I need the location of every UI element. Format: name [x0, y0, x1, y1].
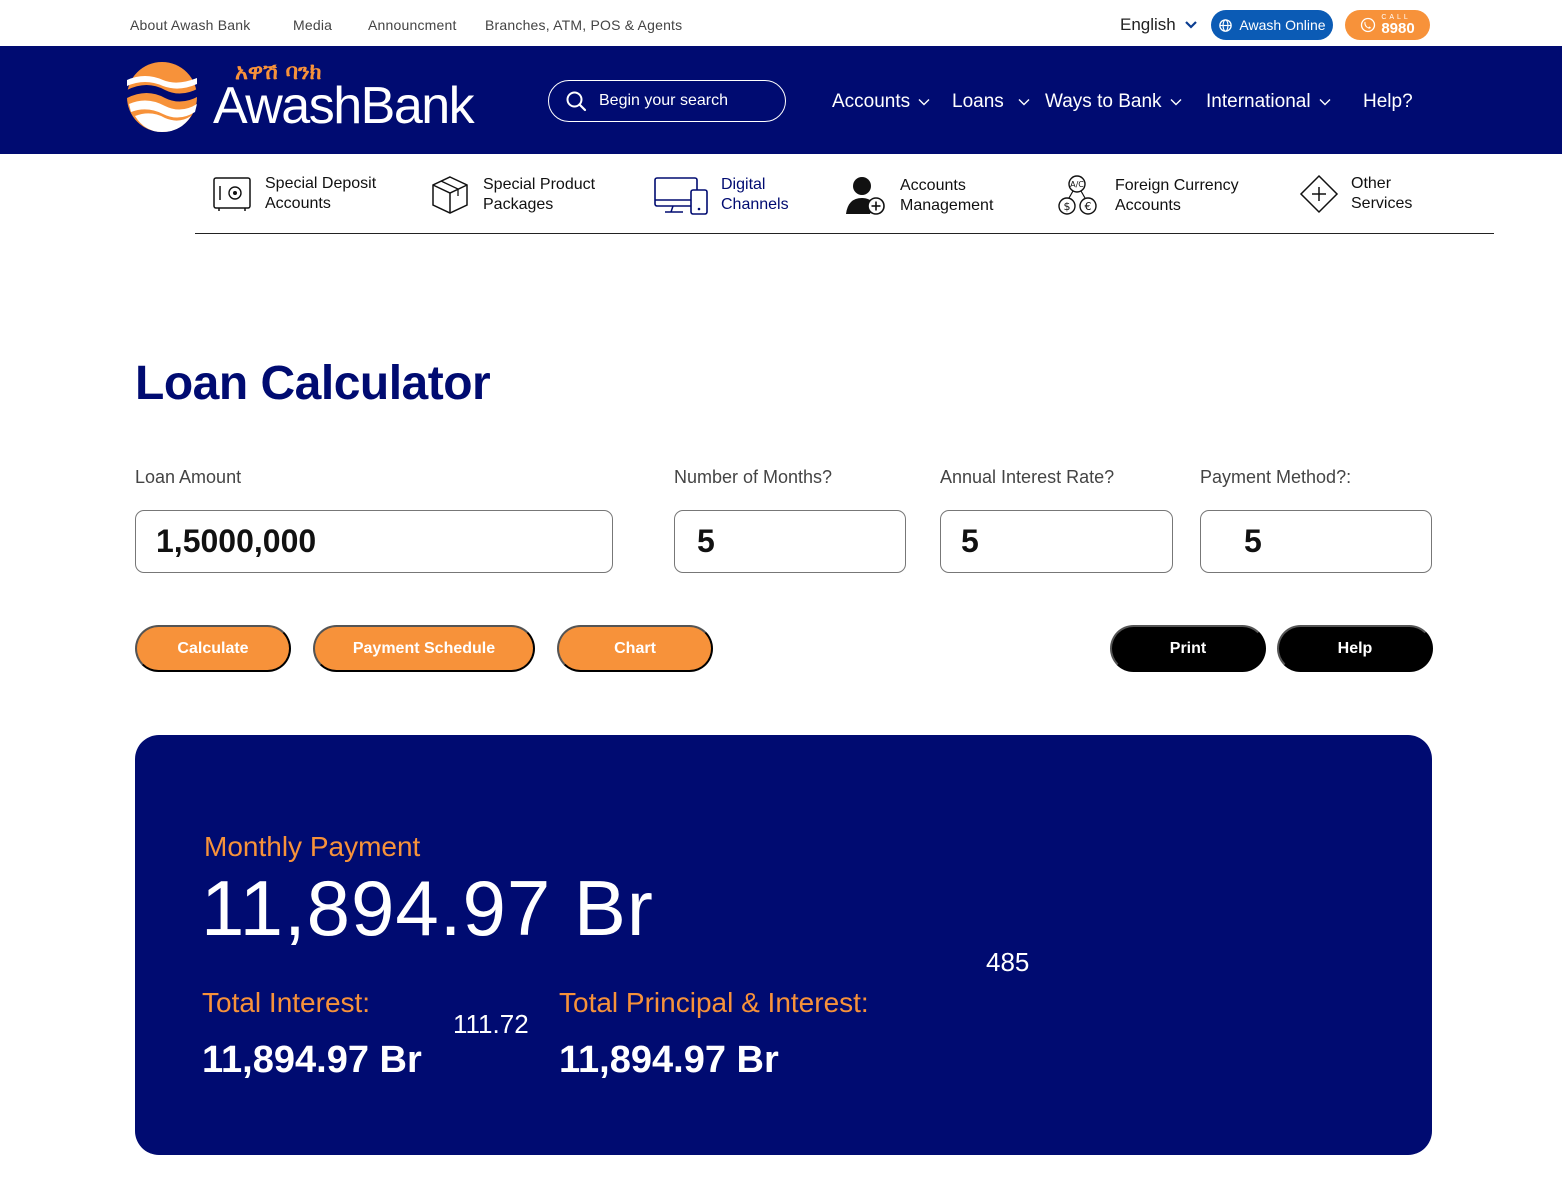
- chevron-down-icon: [1170, 99, 1182, 106]
- total-interest-value: 11,894.97 Br: [202, 1039, 422, 1081]
- announcement-link[interactable]: Announcment: [368, 17, 457, 33]
- svg-text:€: €: [1085, 200, 1092, 213]
- category-label: Accounts Management: [900, 177, 994, 214]
- nav-accounts[interactable]: Accounts: [832, 91, 930, 113]
- category-special-product[interactable]: Special Product Packages: [429, 174, 595, 216]
- chevron-down-icon: [1184, 21, 1197, 29]
- total-principal-interest-value: 11,894.97 Br: [559, 1039, 779, 1081]
- currency-icon: A/C $ €: [1058, 175, 1097, 215]
- devices-icon: [654, 177, 708, 215]
- nav-help-label: Help?: [1363, 91, 1413, 112]
- logo-wordmark: AwashBank: [213, 77, 475, 135]
- monthly-payment-value: 11,894.97 Br: [201, 864, 654, 952]
- nav-international-label: International: [1206, 91, 1311, 112]
- about-link[interactable]: About Awash Bank: [130, 17, 250, 33]
- category-foreign-currency[interactable]: A/C $ € Foreign Currency Accounts: [1055, 174, 1239, 218]
- nav-ways-to-bank[interactable]: Ways to Bank: [1045, 91, 1182, 113]
- loan-amount-input[interactable]: 1,5000,000: [135, 510, 613, 573]
- nav-help[interactable]: Help?: [1363, 91, 1413, 113]
- stray-value: 485: [986, 947, 1030, 977]
- utility-bar: About Awash Bank Media Announcment Branc…: [0, 0, 1562, 46]
- main-header: አዋሽ ባንክ AwashBank Begin your search Acco…: [0, 46, 1562, 154]
- search-box[interactable]: Begin your search: [548, 80, 786, 122]
- help-button[interactable]: Help: [1277, 625, 1433, 672]
- category-label: Foreign Currency Accounts: [1115, 177, 1239, 214]
- category-special-deposit[interactable]: Special Deposit Accounts: [211, 174, 376, 214]
- nav-accounts-label: Accounts: [832, 91, 911, 112]
- payment-schedule-button[interactable]: Payment Schedule: [313, 625, 535, 672]
- interest-rate-label: Annual Interest Rate?: [940, 467, 1115, 487]
- plus-diamond-icon: [1299, 174, 1339, 214]
- months-input[interactable]: 5: [674, 510, 906, 573]
- total-interest-label: Total Interest:: [202, 987, 371, 1018]
- nav-loans-label: Loans: [952, 91, 1004, 112]
- monthly-payment-label: Monthly Payment: [204, 831, 421, 862]
- package-icon: [432, 176, 468, 214]
- nav-ways-label: Ways to Bank: [1045, 91, 1162, 112]
- total-principal-interest-label: Total Principal & Interest:: [559, 987, 869, 1018]
- results-panel: Monthly Payment 11,894.97 Br 485 Total I…: [135, 735, 1432, 1155]
- user-add-icon: [846, 177, 885, 215]
- category-accounts-management[interactable]: Accounts Management: [842, 174, 993, 218]
- category-label: Special Product Packages: [483, 176, 596, 213]
- search-placeholder: Begin your search: [599, 92, 728, 109]
- media-link[interactable]: Media: [293, 17, 332, 33]
- language-select[interactable]: English: [1120, 15, 1198, 35]
- nav-international[interactable]: International: [1206, 91, 1331, 113]
- months-label: Number of Months?: [674, 467, 833, 487]
- chevron-down-icon: [918, 99, 930, 106]
- safe-icon: [213, 177, 251, 211]
- call-center-button[interactable]: CALL 8980: [1345, 10, 1430, 40]
- awash-bank-logo[interactable]: አዋሽ ባንክ AwashBank: [125, 60, 485, 140]
- call-number: 8980: [1381, 20, 1415, 37]
- calculate-button[interactable]: Calculate: [135, 625, 291, 672]
- chevron-down-icon: [1018, 99, 1030, 106]
- globe-icon: [1219, 18, 1233, 32]
- print-button[interactable]: Print: [1110, 625, 1266, 672]
- awash-online-button[interactable]: Awash Online: [1211, 10, 1333, 40]
- category-label: Special Deposit Accounts: [265, 175, 377, 212]
- search-icon: [566, 91, 587, 112]
- payment-method-label: Payment Method?:: [1200, 467, 1352, 487]
- category-other-services[interactable]: Other Services: [1299, 174, 1412, 214]
- page-title: Loan Calculator: [135, 357, 491, 410]
- svg-text:A/C: A/C: [1070, 180, 1084, 189]
- stray-value: 111.72: [453, 1009, 529, 1039]
- loan-amount-label: Loan Amount: [135, 467, 242, 487]
- nav-loans[interactable]: Loans: [952, 91, 1030, 113]
- category-label: Digital Channels: [721, 176, 789, 213]
- category-digital-channels[interactable]: Digital Channels: [653, 174, 789, 216]
- category-label: Other Services: [1351, 175, 1413, 212]
- awash-online-label: Awash Online: [1239, 17, 1326, 33]
- phone-icon: [1361, 17, 1376, 33]
- chevron-down-icon: [1319, 99, 1331, 106]
- branches-link[interactable]: Branches, ATM, POS & Agents: [485, 17, 682, 33]
- category-bar: Special Deposit Accounts Special Product…: [195, 154, 1494, 234]
- interest-rate-input[interactable]: 5: [940, 510, 1173, 573]
- logo-emblem-icon: [127, 62, 199, 132]
- payment-method-input[interactable]: 5: [1200, 510, 1432, 573]
- language-label: English: [1120, 15, 1176, 34]
- svg-text:$: $: [1064, 200, 1071, 213]
- chart-button[interactable]: Chart: [557, 625, 713, 672]
